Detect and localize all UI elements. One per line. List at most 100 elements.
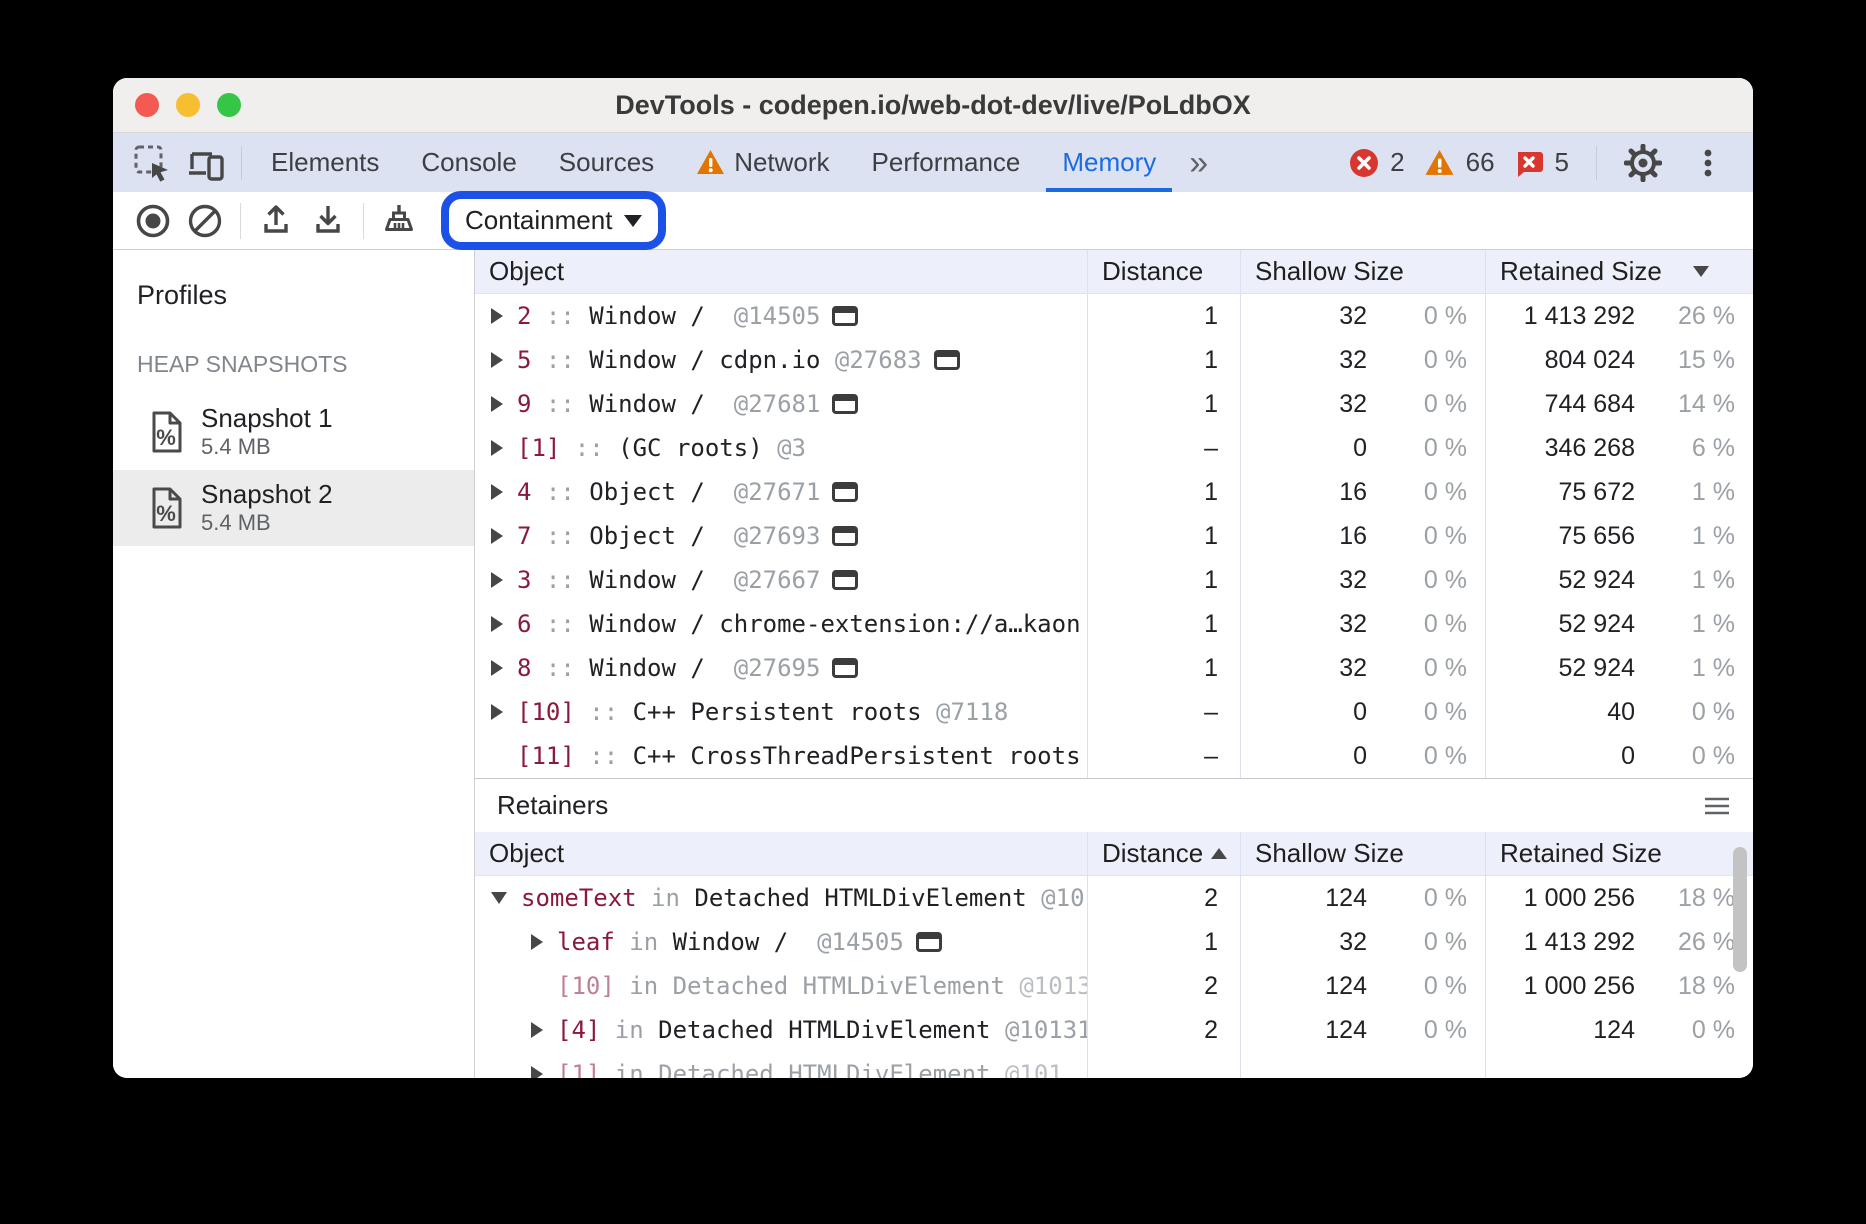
heap-object-row[interactable]: 7 :: Object / @276931160 %75 6561 % [475, 514, 1753, 558]
settings-gear-icon[interactable] [1616, 140, 1670, 186]
heap-object-row[interactable]: 9 :: Window / @276811320 %744 68414 % [475, 382, 1753, 426]
column-header-object[interactable]: Object [475, 250, 1087, 293]
inspect-element-icon[interactable] [125, 140, 179, 186]
snapshot-item[interactable]: % Snapshot 2 5.4 MB [113, 470, 474, 546]
object-text: Detached HTMLDivElement [694, 884, 1041, 912]
issues-count: 5 [1555, 147, 1569, 178]
retainer-row[interactable]: someText in Detached HTMLDivElement @102… [475, 876, 1753, 920]
tab-memory[interactable]: Memory [1041, 133, 1177, 192]
heap-object-row[interactable]: [11] :: C++ CrossThreadPersistent roots–… [475, 734, 1753, 778]
retainers-menu-icon[interactable] [1703, 796, 1731, 816]
snapshot-item[interactable]: % Snapshot 1 5.4 MB [113, 394, 474, 470]
more-tabs-button[interactable]: » [1177, 146, 1220, 180]
object-text: in [600, 1060, 658, 1078]
column-header-shallow-size[interactable]: Shallow Size [1240, 832, 1485, 875]
retained-size-cell: 1 413 29226 % [1485, 294, 1753, 338]
expand-arrow-icon[interactable] [531, 1066, 543, 1078]
zoom-button[interactable] [217, 93, 241, 117]
expand-arrow-icon[interactable] [531, 1022, 543, 1038]
object-text: [4] [557, 1016, 600, 1044]
heap-object-row[interactable]: [10] :: C++ Persistent roots @7118–00 %4… [475, 690, 1753, 734]
expand-arrow-icon[interactable] [491, 396, 503, 412]
minimize-button[interactable] [176, 93, 200, 117]
object-text: :: [560, 434, 618, 462]
heap-object-row[interactable]: 2 :: Window / @145051320 %1 413 29226 % [475, 294, 1753, 338]
expand-arrow-icon[interactable] [491, 440, 503, 456]
column-header-object[interactable]: Object [475, 832, 1087, 875]
load-profile-icon[interactable] [302, 197, 354, 245]
heap-object-row[interactable]: 3 :: Window / @276671320 %52 9241 % [475, 558, 1753, 602]
shallow-size-cell: 320 % [1240, 602, 1485, 646]
object-text: :: [575, 742, 633, 770]
column-header-retained-size[interactable]: Retained Size [1485, 250, 1753, 293]
kebab-menu-icon[interactable] [1681, 140, 1735, 186]
object-text: @27693 [734, 522, 821, 550]
record-heap-snapshot-icon[interactable] [127, 197, 179, 245]
vertical-scrollbar-thumb[interactable] [1733, 847, 1747, 972]
object-text: 4 [517, 478, 531, 506]
object-text: :: [531, 302, 589, 330]
expand-arrow-icon[interactable] [491, 616, 503, 632]
tab-elements[interactable]: Elements [250, 133, 400, 192]
column-header-distance[interactable]: Distance [1087, 832, 1240, 875]
object-text: 6 [517, 610, 531, 638]
close-button[interactable] [135, 93, 159, 117]
distance-cell: 1 [1087, 470, 1240, 514]
expand-arrow-icon[interactable] [531, 934, 543, 950]
memory-panel-content: Profiles HEAP SNAPSHOTS % Snapshot 1 5.4… [113, 250, 1753, 1078]
expand-arrow-icon[interactable] [491, 484, 503, 500]
issues-icon[interactable] [1514, 148, 1544, 178]
expand-arrow-icon[interactable] [491, 660, 503, 676]
expand-arrow-icon[interactable] [491, 352, 503, 368]
heap-object-row[interactable]: [1] :: (GC roots) @3–00 %346 2686 % [475, 426, 1753, 470]
memory-toolbar: Containment [113, 192, 1753, 250]
retainers-title: Retainers [497, 790, 608, 821]
device-toolbar-icon[interactable] [179, 140, 233, 186]
heap-object-row[interactable]: 6 :: Window / chrome-extension://a…kaon1… [475, 602, 1753, 646]
retainer-row[interactable]: leaf in Window / @145051320 %1 413 29226… [475, 920, 1753, 964]
heap-object-row[interactable]: 4 :: Object / @276711160 %75 6721 % [475, 470, 1753, 514]
warning-icon[interactable] [1424, 149, 1455, 177]
snapshot-name: Snapshot 2 [201, 480, 333, 510]
collapse-arrow-icon[interactable] [491, 892, 507, 904]
column-header-retained-size[interactable]: Retained Size [1485, 832, 1753, 875]
retainer-row[interactable]: [10] in Detached HTMLDivElement @1013212… [475, 964, 1753, 1008]
tab-console[interactable]: Console [400, 133, 537, 192]
tab-sources[interactable]: Sources [538, 133, 675, 192]
retainers-rows: someText in Detached HTMLDivElement @102… [475, 876, 1753, 1078]
expand-arrow-icon[interactable] [491, 704, 503, 720]
clear-profiles-icon[interactable] [179, 197, 231, 245]
heap-snapshot-icon: % [149, 486, 185, 530]
retainer-row[interactable]: [1] in Detached HTMLDivElement @101 [475, 1052, 1753, 1078]
tab-label: Network [734, 147, 829, 178]
divider [1596, 146, 1597, 180]
sort-ascending-icon [1211, 848, 1227, 859]
expand-arrow-icon[interactable] [491, 308, 503, 324]
distance-cell: 1 [1087, 514, 1240, 558]
window-frame-icon [832, 394, 858, 414]
perspective-select-value: Containment [465, 205, 612, 236]
retainer-row[interactable]: [4] in Detached HTMLDivElement @10131212… [475, 1008, 1753, 1052]
object-text: :: [575, 698, 633, 726]
tab-performance[interactable]: Performance [851, 133, 1042, 192]
error-icon[interactable] [1349, 148, 1379, 178]
object-cell: [11] :: C++ CrossThreadPersistent roots [475, 734, 1087, 778]
heap-object-row[interactable]: 8 :: Window / @276951320 %52 9241 % [475, 646, 1753, 690]
perspective-select[interactable]: Containment [453, 201, 654, 240]
retained-size-cell: 52 9241 % [1485, 602, 1753, 646]
object-text: [10] [557, 972, 615, 1000]
object-cell: [1] :: (GC roots) @3 [475, 426, 1087, 470]
heap-object-row[interactable]: 5 :: Window / cdpn.io @276831320 %804 02… [475, 338, 1753, 382]
window-frame-icon [832, 306, 858, 326]
column-header-distance[interactable]: Distance [1087, 250, 1240, 293]
snapshot-size: 5.4 MB [201, 434, 333, 459]
shallow-size-cell: 00 % [1240, 690, 1485, 734]
tab-network[interactable]: Network [675, 133, 850, 192]
save-profile-icon[interactable] [250, 197, 302, 245]
object-text: Detached HTMLDivElement [673, 972, 1020, 1000]
expand-arrow-icon[interactable] [491, 528, 503, 544]
object-text: [11] [517, 742, 575, 770]
expand-arrow-icon[interactable] [491, 572, 503, 588]
column-header-shallow-size[interactable]: Shallow Size [1240, 250, 1485, 293]
clear-brush-icon[interactable] [373, 197, 425, 245]
